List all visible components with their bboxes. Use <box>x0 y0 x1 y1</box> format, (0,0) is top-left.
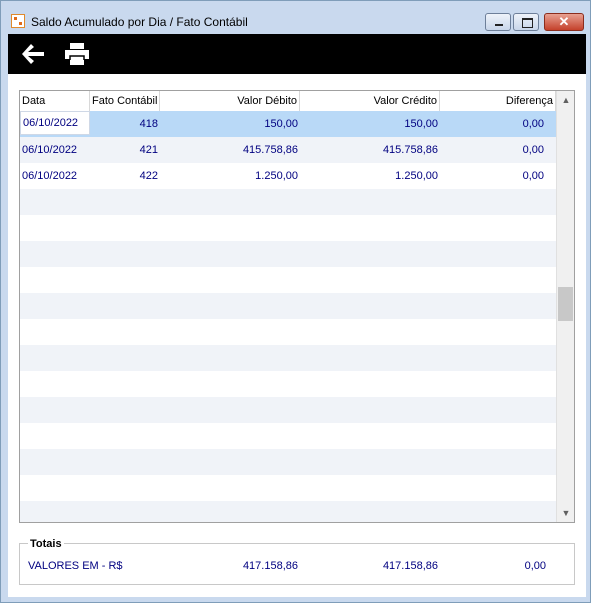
empty-row <box>20 319 556 345</box>
back-arrow-icon[interactable] <box>20 42 46 66</box>
empty-row <box>20 241 556 267</box>
vertical-scrollbar[interactable]: ▲ ▼ <box>556 91 574 522</box>
grid-rows: 06/10/2022 418 150,00 150,00 0,00 06/10/… <box>20 111 556 522</box>
cell-debito: 150,00 <box>264 118 298 130</box>
empty-row <box>20 397 556 423</box>
cell-data: 06/10/2022 <box>22 144 78 156</box>
empty-row <box>20 215 556 241</box>
table-row[interactable]: 06/10/2022 418 150,00 150,00 0,00 <box>20 111 556 137</box>
minimize-button[interactable] <box>485 13 511 31</box>
cell-diferenca: 0,00 <box>522 118 544 130</box>
printer-icon[interactable] <box>64 42 90 66</box>
column-header-diferenca[interactable]: Diferença <box>440 91 556 111</box>
column-header-valor-debito[interactable]: Valor Débito <box>160 91 300 111</box>
cell-credito: 150,00 <box>404 118 438 130</box>
totals-label: VALORES EM - R$ <box>28 560 123 572</box>
cell-diferenca: 0,00 <box>522 144 544 156</box>
totals-title: Totais <box>28 538 64 550</box>
empty-row <box>20 449 556 475</box>
totals-debito: 417.158,86 <box>242 560 298 572</box>
totals-diferenca: 0,00 <box>524 560 546 572</box>
main-content: Data Fato Contábil Valor Débito Valor Cr… <box>8 34 586 597</box>
close-icon: ✕ <box>558 14 570 29</box>
cell-data[interactable]: 06/10/2022 <box>20 111 90 135</box>
totals-row: VALORES EM - R$ 417.158,86 417.158,86 0,… <box>20 558 560 574</box>
cell-credito: 1.250,00 <box>395 170 438 182</box>
close-button[interactable]: ✕ <box>544 13 584 31</box>
column-header-valor-credito[interactable]: Valor Crédito <box>300 91 440 111</box>
totals-credito: 417.158,86 <box>382 560 438 572</box>
cell-fato: 418 <box>139 118 158 130</box>
data-grid: Data Fato Contábil Valor Débito Valor Cr… <box>19 90 575 523</box>
app-window: Saldo Acumulado por Dia / Fato Contábil … <box>0 0 591 603</box>
cell-diferenca: 0,00 <box>522 170 544 182</box>
scrollbar-thumb[interactable] <box>558 287 573 321</box>
empty-row <box>20 371 556 397</box>
totals-panel: Totais VALORES EM - R$ 417.158,86 417.15… <box>19 538 575 585</box>
empty-row <box>20 345 556 371</box>
scroll-up-icon[interactable]: ▲ <box>557 91 574 109</box>
empty-row <box>20 475 556 501</box>
cell-debito: 1.250,00 <box>255 170 298 182</box>
cell-credito: 415.758,86 <box>382 144 438 156</box>
column-header-data[interactable]: Data <box>20 91 90 111</box>
cell-fato: 421 <box>139 144 158 156</box>
cell-debito: 415.758,86 <box>242 144 298 156</box>
empty-row <box>20 189 556 215</box>
table-row[interactable]: 06/10/2022 421 415.758,86 415.758,86 0,0… <box>20 137 556 163</box>
empty-row <box>20 501 556 522</box>
window-title: Saldo Acumulado por Dia / Fato Contábil <box>31 15 248 29</box>
empty-row <box>20 423 556 449</box>
title-bar[interactable]: Saldo Acumulado por Dia / Fato Contábil … <box>1 1 590 33</box>
empty-row <box>20 293 556 319</box>
maximize-button[interactable] <box>513 13 539 31</box>
table-row[interactable]: 06/10/2022 422 1.250,00 1.250,00 0,00 <box>20 163 556 189</box>
scroll-down-icon[interactable]: ▼ <box>557 504 574 522</box>
cell-fato: 422 <box>139 170 158 182</box>
empty-row <box>20 267 556 293</box>
column-header-fato-contabil[interactable]: Fato Contábil <box>90 91 160 111</box>
app-logo-icon <box>11 14 25 28</box>
grid-header: Data Fato Contábil Valor Débito Valor Cr… <box>20 91 556 111</box>
cell-data: 06/10/2022 <box>22 170 78 182</box>
toolbar <box>8 34 586 74</box>
